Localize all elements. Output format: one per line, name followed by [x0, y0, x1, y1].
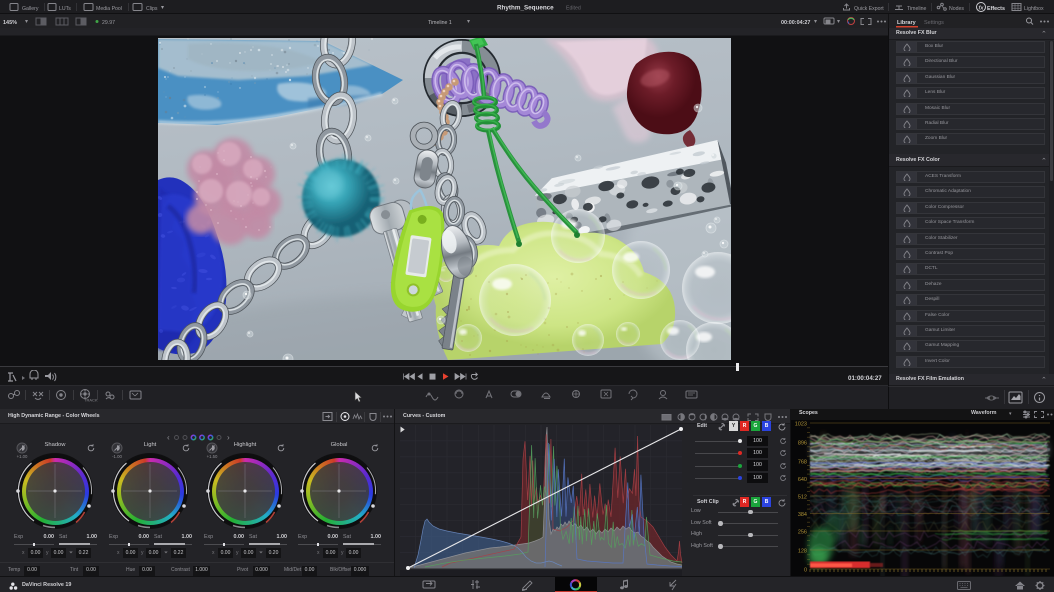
- svg-text:Settings: Settings: [924, 20, 944, 26]
- svg-text:▾: ▾: [25, 19, 28, 25]
- svg-text:Gallery: Gallery: [22, 6, 39, 12]
- svg-text:00:00:04:27: 00:00:04:27: [781, 20, 810, 26]
- svg-text:▾: ▾: [814, 19, 817, 25]
- svg-text:Rhythm_Sequence: Rhythm_Sequence: [497, 5, 554, 12]
- svg-text:01:00:04:27: 01:00:04:27: [848, 375, 882, 382]
- svg-text:▾: ▾: [837, 19, 840, 25]
- svg-text:896: 896: [798, 441, 807, 447]
- svg-text:Lightbox: Lightbox: [1024, 6, 1044, 12]
- svg-text:Timeline 1: Timeline 1: [428, 20, 452, 26]
- svg-text:145%: 145%: [3, 20, 17, 26]
- svg-text:Edited: Edited: [566, 6, 581, 12]
- svg-text:Nodes: Nodes: [949, 6, 964, 12]
- svg-text:128: 128: [798, 549, 807, 555]
- svg-text:768: 768: [798, 460, 807, 466]
- svg-text:▾: ▾: [467, 19, 470, 25]
- svg-text:TRACK: TRACK: [84, 398, 98, 403]
- svg-text:▾: ▾: [161, 5, 164, 11]
- svg-text:256: 256: [798, 530, 807, 536]
- svg-text:›: ›: [227, 433, 230, 442]
- svg-text:512: 512: [798, 495, 807, 501]
- svg-text:0: 0: [804, 568, 807, 574]
- svg-text:Clips: Clips: [146, 6, 158, 12]
- svg-text:Media Pool: Media Pool: [96, 6, 122, 12]
- svg-text:LUTs: LUTs: [59, 6, 71, 12]
- svg-text:Library: Library: [897, 20, 917, 26]
- svg-text:384: 384: [798, 512, 807, 518]
- svg-text:29.97: 29.97: [102, 20, 115, 26]
- svg-text:640: 640: [798, 477, 807, 483]
- svg-text:1023: 1023: [795, 422, 807, 428]
- svg-text:Effects: Effects: [987, 6, 1005, 12]
- svg-text:‹: ‹: [167, 433, 170, 442]
- svg-text:Quick Export: Quick Export: [854, 6, 884, 12]
- svg-text:Timeline: Timeline: [907, 6, 927, 12]
